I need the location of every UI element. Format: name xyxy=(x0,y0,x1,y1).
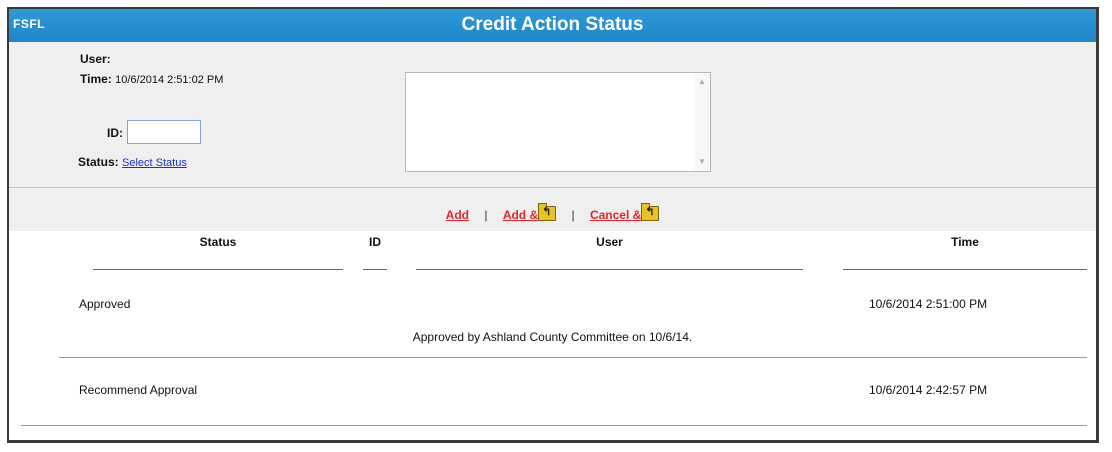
id-label: ID: xyxy=(107,126,123,140)
header-underline xyxy=(416,269,803,270)
status-row: Status: Select Status xyxy=(78,155,187,169)
row-1-comment: Approved by Ashland County Committee on … xyxy=(412,330,693,344)
column-header-time: Time xyxy=(951,235,979,249)
row-2-time: 10/6/2014 2:42:57 PM xyxy=(869,383,988,397)
comment-box: ▲ ▼ xyxy=(405,72,711,172)
row-1-time: 10/6/2014 2:51:00 PM xyxy=(869,297,988,311)
time-row: Time: 10/6/2014 2:51:02 PM xyxy=(80,72,223,86)
title-bar: FSFL Credit Action Status xyxy=(9,9,1096,42)
row-separator xyxy=(59,357,1087,358)
credit-action-status-window: FSFL Credit Action Status User: Time: 10… xyxy=(7,7,1099,443)
window-title: Credit Action Status xyxy=(461,14,644,35)
header-underline xyxy=(843,269,1087,270)
status-label: Status: xyxy=(78,155,119,169)
column-header-user: User xyxy=(596,235,623,249)
time-label: Time: xyxy=(80,72,112,86)
comment-scrollbar[interactable]: ▲ ▼ xyxy=(694,73,710,171)
header-underline xyxy=(363,269,387,270)
header-underline xyxy=(93,269,343,270)
separator: | xyxy=(484,208,488,222)
add-and-return-link[interactable]: Add & xyxy=(502,203,557,222)
comment-textarea[interactable] xyxy=(406,73,694,171)
action-bar: Add | Add & | Cancel & xyxy=(9,188,1096,231)
column-header-id: ID xyxy=(369,235,381,249)
folder-return-icon xyxy=(641,203,660,221)
row-1-status: Approved xyxy=(79,297,131,311)
scroll-up-arrow-icon[interactable]: ▲ xyxy=(694,75,710,89)
folder-return-icon xyxy=(538,203,557,221)
add-link[interactable]: Add xyxy=(446,208,469,222)
time-value: 10/6/2014 2:51:02 PM xyxy=(115,74,224,86)
cancel-and-label: Cancel & xyxy=(589,208,642,222)
row-separator xyxy=(21,425,1087,426)
id-row: ID: xyxy=(107,126,123,140)
row-2-status: Recommend Approval xyxy=(79,383,198,397)
id-field[interactable] xyxy=(127,120,201,144)
add-and-label: Add & xyxy=(502,208,539,222)
cancel-and-return-link[interactable]: Cancel & xyxy=(589,203,660,222)
action-links: Add | Add & | Cancel & xyxy=(9,203,1096,222)
user-row: User: xyxy=(80,52,111,66)
separator: | xyxy=(571,208,575,222)
user-label: User: xyxy=(80,52,111,66)
column-header-status: Status xyxy=(199,235,237,249)
entry-form: User: Time: 10/6/2014 2:51:02 PM ID: Sta… xyxy=(9,42,1096,188)
select-status-link[interactable]: Select Status xyxy=(122,157,187,169)
scroll-down-arrow-icon[interactable]: ▼ xyxy=(694,155,710,169)
